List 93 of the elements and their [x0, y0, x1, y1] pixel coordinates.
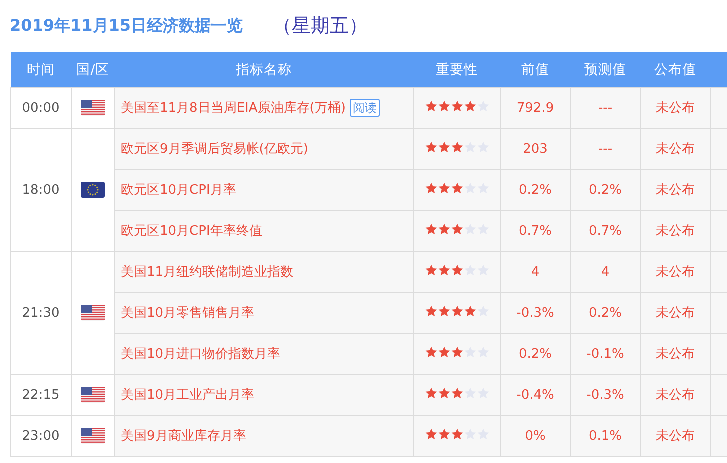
star-icon [450, 100, 464, 112]
column-header [710, 52, 727, 88]
page-title: 2019年11月15日经济数据一览 [10, 16, 244, 36]
star-icon [476, 100, 490, 112]
star-icon [424, 100, 438, 112]
actual-value: 未公布 [640, 292, 710, 334]
time-cell: 00:00 [10, 88, 72, 128]
star-icon [450, 386, 464, 400]
star-icon [424, 304, 438, 318]
star-icon [438, 346, 450, 358]
star-icon [450, 222, 464, 236]
indicator-link[interactable]: 美国至11月8日当周EIA原油库存(万桶) [121, 101, 346, 116]
forecast-value: 0.1% [570, 416, 640, 456]
star-icon [438, 140, 450, 154]
column-header: 公布值 [640, 52, 710, 88]
forecast-value: 4 [570, 252, 640, 292]
indicator-link[interactable]: 美国10月进口物价指数月率 [121, 347, 281, 362]
star-icon [450, 346, 464, 358]
star-icon [450, 304, 464, 318]
actual-value: 未公布 [640, 88, 710, 128]
previous-value: 0.2% [500, 334, 570, 374]
indicator-link[interactable]: 美国10月零售销售月率 [121, 306, 255, 321]
actual-value: 未公布 [640, 374, 710, 416]
star-icon [464, 386, 476, 400]
read-button[interactable]: 阅读 [350, 99, 380, 117]
forecast-value: 0.2% [570, 170, 640, 210]
actual-value: 未公布 [640, 416, 710, 456]
star-icon [464, 100, 476, 112]
previous-value: 792.9 [500, 88, 570, 128]
actual-value: 未公布 [640, 334, 710, 374]
actual-value: 未公布 [640, 252, 710, 292]
star-icon [438, 386, 450, 400]
time-cell: 18:00 [10, 128, 72, 252]
star-icon [464, 304, 476, 318]
previous-value: 0% [500, 416, 570, 456]
star-icon [424, 386, 438, 400]
star-icon [450, 140, 464, 154]
star-icon [464, 264, 476, 276]
weekday-label: （星期五） [273, 14, 368, 39]
star-icon [464, 346, 476, 358]
forecast-value: -0.1% [570, 334, 640, 374]
time-cell: 21:30 [10, 252, 72, 374]
striped-flag-icon [81, 305, 105, 321]
star-icon [438, 182, 450, 194]
column-header: 时间 [10, 52, 72, 88]
star-icon [464, 140, 476, 154]
star-icon [438, 264, 450, 276]
star-icon [424, 140, 438, 154]
star-icon [464, 428, 476, 440]
star-icon [424, 222, 438, 236]
striped-flag-icon [81, 428, 105, 444]
star-icon [424, 182, 438, 194]
star-circle-flag-icon [81, 182, 105, 198]
forecast-value: 0.2% [570, 292, 640, 334]
forecast-value: -0.3% [570, 374, 640, 416]
indicator-link[interactable]: 欧元区10月CPI年率终值 [121, 224, 262, 239]
previous-value: -0.4% [500, 374, 570, 416]
actual-value: 未公布 [640, 210, 710, 252]
column-header: 前值 [500, 52, 570, 88]
star-icon [450, 182, 464, 194]
previous-value: 0.2% [500, 170, 570, 210]
column-header: 重要性 [414, 52, 500, 88]
indicator-link[interactable]: 欧元区10月CPI月率 [121, 183, 236, 198]
star-icon [424, 264, 438, 276]
actual-value: 未公布 [640, 128, 710, 170]
previous-value: 203 [500, 128, 570, 170]
star-icon [438, 304, 450, 318]
star-icon [424, 428, 438, 440]
star-icon [450, 428, 464, 440]
star-icon [438, 428, 450, 440]
forecast-value: 0.7% [570, 210, 640, 252]
star-icon [464, 182, 476, 194]
column-header: 指标名称 [114, 52, 414, 88]
previous-value: -0.3% [500, 292, 570, 334]
actual-value: 未公布 [640, 170, 710, 210]
star-icon [438, 100, 450, 112]
indicator-link[interactable]: 美国9月商业库存月率 [121, 429, 246, 444]
star-icon [424, 346, 438, 358]
column-header: 预测值 [570, 52, 640, 88]
time-cell: 22:15 [10, 374, 72, 416]
previous-value: 0.7% [500, 210, 570, 252]
star-icon [438, 222, 450, 236]
star-icon [450, 264, 464, 276]
column-header: 国/区 [72, 52, 114, 88]
previous-value: 4 [500, 252, 570, 292]
star-icon [476, 304, 490, 318]
indicator-link[interactable]: 美国10月工业产出月率 [121, 388, 255, 403]
striped-flag-icon [81, 100, 105, 116]
striped-flag-icon [81, 387, 105, 403]
star-icon [464, 222, 476, 236]
forecast-value: --- [570, 128, 640, 170]
forecast-value: --- [570, 88, 640, 128]
time-cell: 23:00 [10, 416, 72, 456]
